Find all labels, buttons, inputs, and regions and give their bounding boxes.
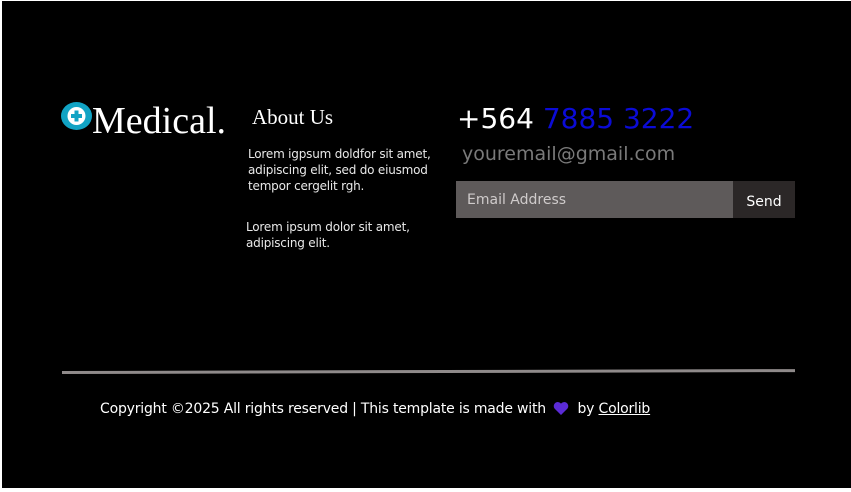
phone-digits: 7885 3222 xyxy=(542,102,695,135)
medical-cross-icon xyxy=(61,102,92,130)
contact-email[interactable]: youremail@gmail.com xyxy=(462,142,675,166)
email-address-input[interactable] xyxy=(456,181,733,218)
colorlib-link[interactable]: Colorlib xyxy=(599,401,651,417)
footer-divider xyxy=(61,369,796,374)
logo-text: Medical. xyxy=(92,100,227,142)
about-paragraph-secondary: Lorem ipsum dolor sit amet, adipiscing e… xyxy=(246,220,410,250)
send-button[interactable]: Send xyxy=(733,181,795,218)
phone-number[interactable]: +564 7885 3222 xyxy=(457,101,694,137)
about-paragraph: Lorem igpsum doldfor sit amet, adipiscin… xyxy=(248,147,431,193)
phone-prefix: +564 xyxy=(457,102,534,135)
subscribe-form: Send xyxy=(456,181,795,218)
heart-icon xyxy=(553,401,569,422)
about-heading: About Us xyxy=(252,105,334,129)
copyright-statement: Copyright ©2025 All rights reserved | Th… xyxy=(100,401,546,417)
footer-section: Medical. About Us Lorem igpsum doldfor s… xyxy=(2,1,851,488)
copyright-text: Copyright ©2025 All rights reserved | Th… xyxy=(100,399,650,422)
by-text: by xyxy=(577,401,595,417)
